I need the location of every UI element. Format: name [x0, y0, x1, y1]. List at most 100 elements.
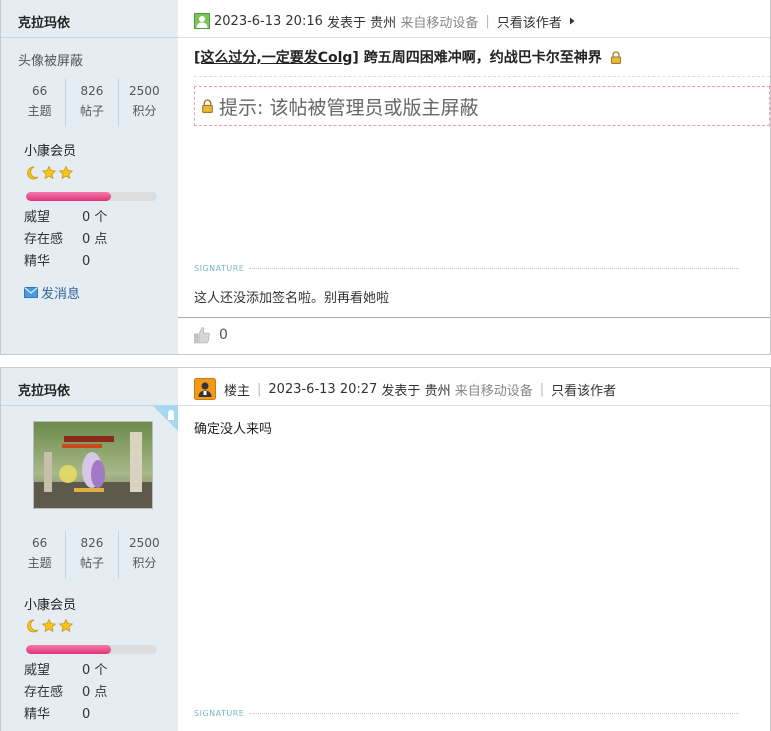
post-datetime: 2023-6-13 20:16 [214, 13, 323, 29]
info-value: 0 个 [82, 210, 108, 225]
moon-icon [27, 166, 39, 180]
stat-posts[interactable]: 826 帖子 [66, 79, 119, 127]
signature-dots [249, 267, 739, 269]
info-key: 威望 [24, 210, 51, 225]
stat-label: 主题 [27, 556, 52, 570]
post-device: 来自移动设备 [454, 383, 533, 399]
info-row-prestige: 威望 0 个 [24, 207, 164, 229]
post-header: 2023-6-13 20:16 发表于 贵州 来自移动设备 | 只看该作者 [194, 10, 770, 32]
send-message-link[interactable]: 发消息 [24, 283, 80, 302]
info-key: 存在感 [24, 232, 64, 247]
header-divider: | [257, 381, 262, 397]
post-2: 克拉玛依 66 主题 826 帖子 2500 积分 小康会员 威望 0 个 存在… [0, 367, 771, 731]
posted-in-label: 发表于 [327, 15, 367, 31]
only-author-link[interactable]: 只看该作者 [551, 380, 616, 399]
stat-label: 积分 [132, 104, 157, 118]
post-footer-line [178, 317, 770, 318]
stat-threads[interactable]: 66 主题 [14, 531, 67, 579]
signature-divider: SIGNATURE [194, 707, 739, 719]
stat-value: 66 [32, 84, 48, 98]
thumbs-up-icon [194, 327, 210, 344]
stat-credits[interactable]: 2500 积分 [119, 531, 170, 579]
author-name[interactable]: 克拉玛依 [18, 380, 70, 399]
signature-text: 这人还没添加签名啦。别再看她啦 [194, 291, 390, 306]
stat-value: 2500 [129, 84, 160, 98]
thread-category-link[interactable]: [这么过分,一定要发Colg] [194, 47, 359, 67]
author-info: 威望 0 个 存在感 0 点 精华 0 [24, 660, 164, 726]
like-count: 0 [219, 327, 228, 343]
user-rank[interactable]: 小康会员 [24, 594, 76, 613]
stat-value: 826 [80, 84, 104, 98]
stat-value: 826 [80, 536, 104, 550]
info-value: 0 [82, 707, 91, 722]
header-divider: | [485, 13, 490, 29]
header-divider: | [539, 381, 545, 397]
stat-value: 66 [32, 536, 48, 550]
post-location: 贵州 [370, 15, 397, 31]
info-row-presence: 存在感 0 点 [24, 229, 164, 251]
posted-in-label: 发表于 [381, 383, 421, 399]
online-user-icon [194, 13, 210, 29]
info-key: 精华 [24, 707, 51, 722]
floor-label: 楼主 [224, 383, 251, 399]
info-row-digest: 精华 0 [24, 251, 164, 273]
post-body: 楼主 | 2023-6-13 20:27 发表于 贵州 来自移动设备 | 只看该… [178, 368, 770, 731]
star-icon [41, 165, 57, 180]
info-row-presence: 存在感 0 点 [24, 682, 164, 704]
blocked-notice-text: 提示: 该帖被管理员或版主屏蔽 [219, 96, 479, 119]
level-progress-bar [26, 192, 157, 201]
header-divider-line [178, 37, 770, 38]
info-row-prestige: 威望 0 个 [24, 660, 164, 682]
lock-icon [202, 99, 213, 113]
info-row-digest: 精华 0 [24, 704, 164, 726]
author-info: 威望 0 个 存在感 0 点 精华 0 [24, 207, 164, 273]
level-progress-fill [26, 645, 112, 654]
author-sidebar: 克拉玛依 66 主题 826 帖子 2500 积分 小康会员 威望 0 个 存在… [1, 368, 178, 731]
stat-credits[interactable]: 2500 积分 [119, 79, 170, 127]
user-rank[interactable]: 小康会员 [24, 140, 76, 159]
info-value: 0 个 [82, 663, 108, 678]
author-name[interactable]: 克拉玛依 [18, 12, 70, 31]
post-header: 楼主 | 2023-6-13 20:27 发表于 贵州 来自移动设备 | 只看该… [194, 378, 770, 400]
info-key: 威望 [24, 663, 51, 678]
author-stats: 66 主题 826 帖子 2500 积分 [14, 79, 170, 127]
title-divider [194, 76, 770, 77]
like-button[interactable]: 0 [194, 326, 228, 344]
author-sidebar: 克拉玛依 头像被屏蔽 66 主题 826 帖子 2500 积分 小康会员 威望 … [1, 0, 178, 354]
user-avatar[interactable] [33, 421, 153, 509]
stat-label: 积分 [132, 556, 157, 570]
level-progress-fill [26, 192, 112, 201]
thread-starter-icon [194, 378, 216, 400]
info-value: 0 [82, 254, 91, 269]
blocked-notice: 提示: 该帖被管理员或版主屏蔽 [194, 86, 770, 126]
avatar-image [34, 422, 152, 508]
android-device-badge-icon [152, 405, 178, 431]
star-icon [41, 618, 57, 633]
envelope-icon [24, 287, 38, 298]
avatar-blocked-text: 头像被屏蔽 [18, 54, 84, 69]
send-message-label: 发消息 [41, 287, 81, 302]
rank-stars [24, 165, 74, 181]
triangle-right-icon [569, 17, 575, 25]
stat-posts[interactable]: 826 帖子 [66, 531, 119, 579]
info-key: 存在感 [24, 685, 64, 700]
post-location: 贵州 [424, 383, 451, 399]
signature-label: SIGNATURE [194, 263, 245, 273]
thread-title-text: 跨五周四困难冲啊，约战巴卡尔至神界 [363, 50, 602, 66]
header-divider-line [178, 405, 770, 406]
post-1: 克拉玛依 头像被屏蔽 66 主题 826 帖子 2500 积分 小康会员 威望 … [0, 0, 771, 355]
star-icon [58, 618, 74, 633]
post-datetime: 2023-6-13 20:27 [268, 381, 378, 397]
star-icon [58, 165, 74, 180]
stat-label: 主题 [27, 104, 52, 118]
moon-icon [27, 619, 39, 633]
rank-stars [24, 618, 74, 634]
signature-dots [249, 712, 739, 714]
stat-threads[interactable]: 66 主题 [14, 79, 67, 127]
sidebar-divider [1, 37, 178, 38]
stat-label: 帖子 [79, 556, 104, 570]
info-value: 0 点 [82, 685, 108, 700]
info-value: 0 点 [82, 232, 108, 247]
post-body: 2023-6-13 20:16 发表于 贵州 来自移动设备 | 只看该作者 [这… [178, 0, 770, 354]
only-author-link[interactable]: 只看该作者 [497, 12, 562, 31]
